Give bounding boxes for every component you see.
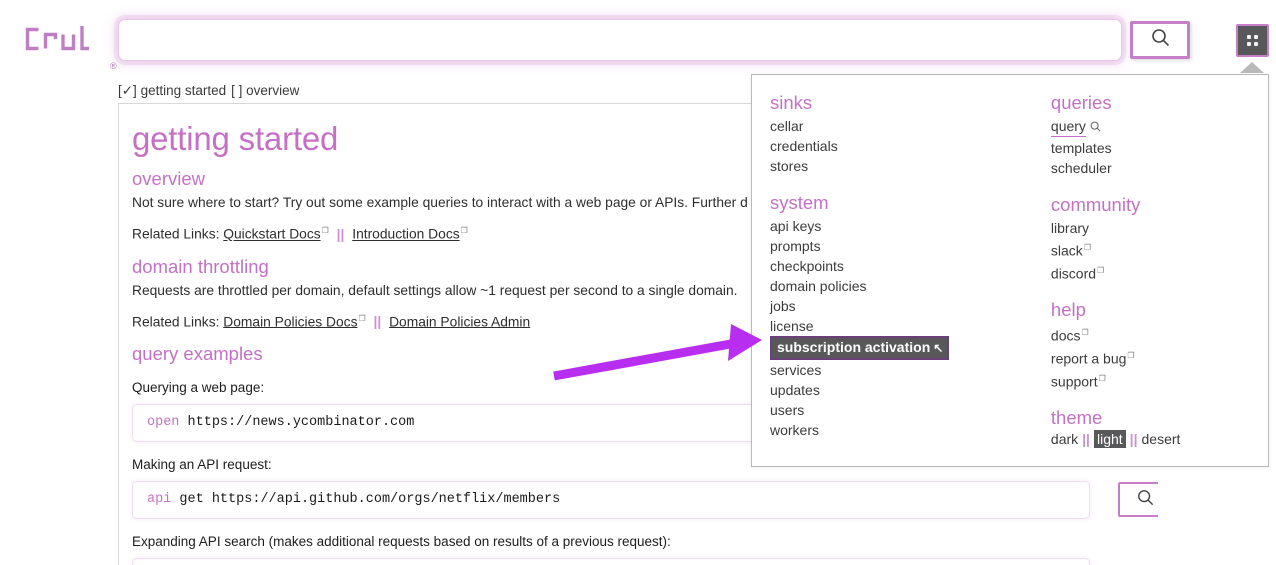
mega-item-prompts[interactable]: prompts (770, 236, 1033, 256)
related-links-label: Related Links: (132, 314, 220, 330)
app-root: ® [✓] getting started[ ] overview gettin… (0, 0, 1276, 565)
mega-item-report-a-bug[interactable]: report a bug❐ (1051, 346, 1268, 369)
link-quickstart-docs[interactable]: Quickstart Docs (223, 227, 320, 242)
link-domain-policies-admin[interactable]: Domain Policies Admin (389, 314, 530, 329)
code-block-partial[interactable] (132, 558, 1090, 565)
breadcrumb-item-getting-started[interactable]: [✓] getting started (118, 83, 226, 98)
mega-item-subscription-activation-wrap: subscription activation ↖ (770, 336, 1033, 360)
related-links-label: Related Links: (132, 226, 220, 242)
external-link-icon: ❐ (460, 226, 468, 235)
mega-group-heading-help: help (1050, 299, 1086, 321)
theme-switcher: dark || light || desert (1051, 430, 1268, 449)
mega-item-cellar[interactable]: cellar (770, 116, 1033, 136)
external-link-icon: ❐ (1083, 243, 1091, 252)
code-command: get https://api.github.com/orgs/netflix/… (179, 492, 561, 508)
mega-item-domain-policies[interactable]: domain policies (770, 276, 1033, 296)
external-link-icon: ❐ (1081, 328, 1089, 338)
mega-group-heading-sinks: sinks (770, 92, 813, 113)
mega-item-checkpoints[interactable]: checkpoints (770, 256, 1033, 276)
code-row-partial (132, 558, 1145, 565)
dropdown-caret (1240, 62, 1264, 73)
link-domain-policies-docs[interactable]: Domain Policies Docs (223, 314, 357, 329)
theme-separator: || (1129, 431, 1138, 448)
theme-option-dark[interactable]: dark (1051, 431, 1078, 447)
theme-option-light[interactable]: light (1093, 430, 1126, 449)
external-link-icon: ❐ (358, 313, 366, 323)
external-link-icon: ❐ (1127, 350, 1135, 360)
mega-item-label: support (1050, 373, 1098, 390)
search-icon (1151, 28, 1170, 52)
top-bar: ® (0, 0, 1276, 78)
mega-group-heading-community: community (1050, 194, 1141, 215)
link-separator: || (373, 314, 382, 330)
code-keyword: api (147, 492, 172, 508)
mega-item-services[interactable]: services (770, 360, 1033, 380)
code-run-search-button[interactable] (1118, 482, 1158, 518)
breadcrumb-item-overview[interactable]: [ ] overview (231, 83, 299, 98)
mega-item-stores[interactable]: stores (770, 156, 1033, 176)
mega-item-templates[interactable]: templates (1051, 138, 1268, 158)
mega-item-support[interactable]: support❐ (1051, 369, 1268, 392)
breadcrumb: [✓] getting started [ ] overview (118, 83, 304, 99)
apps-grid-button[interactable] (1236, 24, 1269, 57)
external-link-icon: ❐ (1097, 265, 1105, 275)
mega-group-heading-queries: queries (1050, 92, 1112, 113)
global-search-input[interactable] (118, 19, 1122, 61)
theme-option-desert[interactable]: desert (1142, 431, 1181, 447)
mega-item-discord[interactable]: discord❐ (1051, 261, 1268, 284)
link-introduction-docs[interactable]: Introduction Docs (352, 227, 459, 242)
search-icon (1137, 489, 1154, 511)
apps-mega-menu: sinks cellar credentials stores system a… (751, 74, 1269, 467)
external-link-icon: ❐ (321, 226, 329, 235)
mega-item-label: discord (1050, 265, 1097, 282)
mega-item-api-keys[interactable]: api keys (770, 216, 1033, 236)
mega-item-subscription-activation[interactable]: subscription activation ↖ (770, 336, 950, 360)
code-block-api[interactable]: api get https://api.github.com/orgs/netf… (132, 481, 1090, 520)
registered-mark: ® (110, 61, 117, 71)
mega-item-library[interactable]: library (1051, 218, 1268, 238)
mega-item-label: subscription activation (777, 339, 931, 355)
mega-group-heading-system: system (770, 192, 829, 213)
mega-item-label: report a bug (1050, 350, 1127, 367)
grid-apps-icon (1238, 26, 1267, 55)
mega-item-query[interactable]: query (1050, 116, 1086, 137)
mega-item-users[interactable]: users (770, 400, 1033, 420)
global-search-button[interactable] (1130, 21, 1190, 59)
mega-item-scheduler[interactable]: scheduler (1051, 158, 1268, 178)
search-icon (1090, 118, 1101, 138)
mega-item-jobs[interactable]: jobs (770, 296, 1033, 316)
mega-item-docs[interactable]: docs❐ (1051, 323, 1268, 346)
theme-separator: || (1082, 431, 1090, 448)
mega-item-credentials[interactable]: credentials (770, 136, 1033, 156)
mega-item-workers[interactable]: workers (770, 420, 1033, 440)
global-search-wrapper (118, 19, 1122, 61)
mega-item-query-wrap: query (1050, 116, 1268, 138)
mega-item-slack[interactable]: slack❐ (1051, 238, 1268, 261)
example-lead-expanding-api-search: Expanding API search (makes additional r… (132, 534, 671, 550)
mega-menu-column-right: queries query templates scheduler commun… (1033, 92, 1268, 466)
code-keyword: open (147, 415, 180, 431)
link-separator: || (336, 226, 345, 242)
mega-item-updates[interactable]: updates (770, 380, 1033, 400)
mega-item-label: docs (1050, 327, 1081, 344)
crul-logo[interactable]: ® (22, 22, 117, 71)
cursor-arrow-icon: ↖ (933, 341, 944, 355)
mega-item-license[interactable]: license (770, 316, 1033, 336)
mega-group-heading-theme: theme (1050, 407, 1103, 429)
mega-menu-column-left: sinks cellar credentials stores system a… (752, 92, 1033, 466)
external-link-icon: ❐ (1098, 373, 1106, 383)
code-row-api: api get https://api.github.com/orgs/netf… (132, 481, 1158, 520)
code-command: https://news.ycombinator.com (187, 415, 415, 431)
mega-item-label: slack (1050, 242, 1083, 259)
